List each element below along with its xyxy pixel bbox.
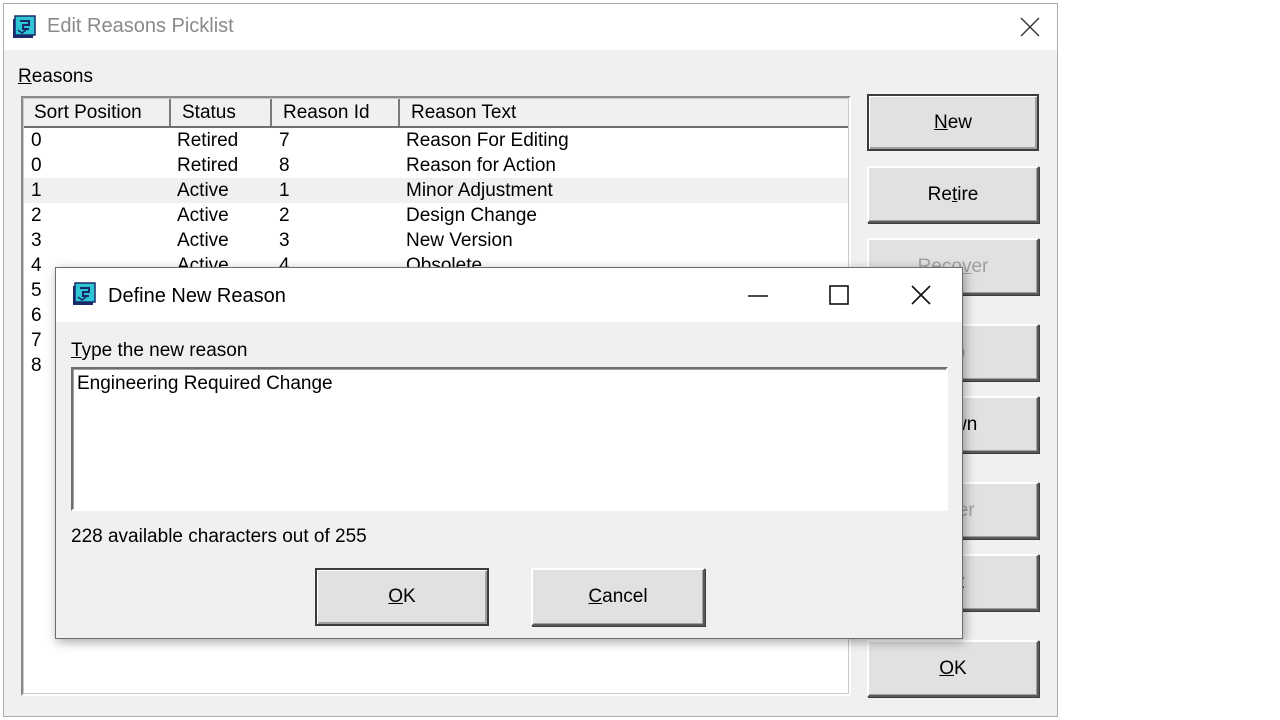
cell-status: Active — [177, 230, 229, 251]
dialog-app-icon — [71, 281, 97, 307]
table-row[interactable]: 0 Retired 8 Reason for Action — [23, 153, 849, 178]
table-row[interactable]: 3 Active 3 New Version — [23, 228, 849, 253]
column-header-reason-id[interactable]: Reason Id — [272, 98, 400, 126]
reasons-label-key: R — [18, 66, 32, 87]
new-reason-prompt: Type the new reason — [71, 340, 248, 361]
cell-status: Active — [177, 205, 229, 226]
cell-sort-position: 5 — [31, 280, 42, 301]
cell-sort-position: 3 — [31, 230, 42, 251]
app-icon — [11, 14, 37, 40]
list-header: Sort Position Status Reason Id Reason Te… — [23, 98, 849, 128]
maximize-icon[interactable] — [827, 283, 851, 307]
cell-sort-position: 6 — [31, 305, 42, 326]
column-header-sort-position[interactable]: Sort Position — [23, 98, 171, 126]
table-row[interactable]: 2 Active 2 Design Change — [23, 203, 849, 228]
dialog-title: Define New Reason — [108, 285, 286, 307]
column-header-status[interactable]: Status — [171, 98, 272, 126]
dialog-close-icon[interactable] — [909, 283, 933, 307]
dialog-title-bar: Define New Reason — [56, 268, 962, 322]
cell-status: Active — [177, 180, 229, 201]
main-ok-button[interactable]: OK — [867, 640, 1039, 697]
reasons-label-rest: easons — [31, 66, 94, 87]
table-row[interactable]: 0 Retired 7 Reason For Editing — [23, 128, 849, 153]
cell-reason-text: Design Change — [406, 205, 537, 226]
cell-reason-id: 3 — [279, 230, 290, 251]
cell-sort-position: 8 — [31, 355, 42, 376]
character-count: 228 available characters out of 255 — [71, 526, 367, 547]
column-header-reason-text[interactable]: Reason Text — [400, 98, 849, 126]
cell-reason-id: 7 — [279, 130, 290, 151]
cell-reason-id: 8 — [279, 155, 290, 176]
cell-sort-position: 1 — [31, 180, 42, 201]
cell-sort-position: 4 — [31, 255, 42, 276]
cell-reason-id: 2 — [279, 205, 290, 226]
define-new-reason-dialog: Define New Reason Type the new reason 22… — [55, 267, 963, 639]
cell-sort-position: 7 — [31, 330, 42, 351]
cell-sort-position: 2 — [31, 205, 42, 226]
table-row[interactable]: 1 Active 1 Minor Adjustment — [23, 178, 849, 203]
cell-reason-text: Reason for Action — [406, 155, 556, 176]
cell-reason-id: 1 — [279, 180, 290, 201]
close-icon[interactable] — [1019, 16, 1041, 38]
cell-status: Retired — [177, 155, 239, 176]
cell-sort-position: 0 — [31, 155, 42, 176]
window-title: Edit Reasons Picklist — [47, 15, 234, 37]
dialog-cancel-button[interactable]: Cancel — [531, 568, 705, 626]
cell-sort-position: 0 — [31, 130, 42, 151]
cell-reason-text: New Version — [406, 230, 513, 251]
minimize-icon[interactable] — [746, 283, 770, 307]
cell-status: Retired — [177, 130, 239, 151]
cell-reason-text: Reason For Editing — [406, 130, 569, 151]
retire-button[interactable]: Retire — [867, 166, 1039, 223]
dialog-ok-button[interactable]: OK — [315, 568, 489, 626]
main-title-bar: Edit Reasons Picklist — [4, 4, 1057, 50]
reasons-label: Reasons — [18, 66, 93, 88]
new-reason-input[interactable] — [71, 367, 948, 511]
cell-reason-text: Minor Adjustment — [406, 180, 553, 201]
new-button[interactable]: New — [867, 94, 1039, 151]
